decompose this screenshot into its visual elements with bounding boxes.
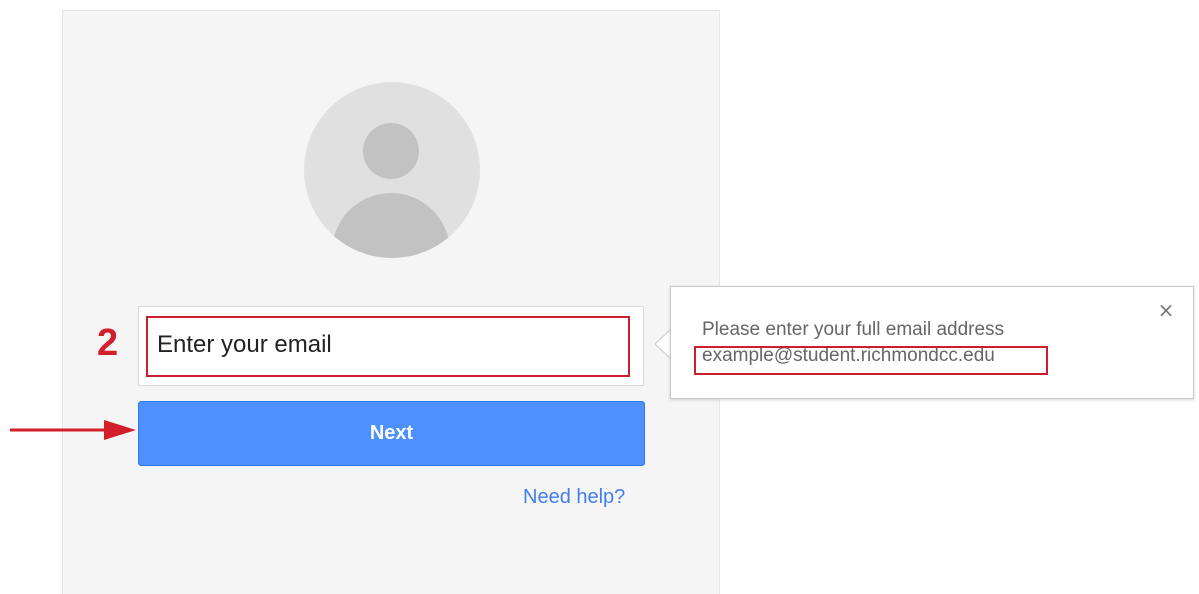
step-number-annotation: 2: [97, 322, 119, 364]
avatar-head-shape: [363, 123, 419, 179]
avatar-body-shape: [332, 193, 450, 258]
sign-in-page: 2 Next Need help? Please enter your full…: [0, 0, 1199, 594]
tooltip-message: Please enter your full email address: [702, 319, 1005, 340]
default-avatar: [304, 82, 480, 258]
tooltip-example-email: example@student.richmondcc.edu: [702, 345, 995, 366]
need-help-link[interactable]: Need help?: [523, 486, 625, 509]
email-input[interactable]: [149, 317, 629, 373]
email-field-container: [138, 306, 644, 386]
pointer-arrow-icon: [10, 420, 136, 440]
email-hint-tooltip: Please enter your full email address exa…: [670, 286, 1194, 399]
next-button[interactable]: Next: [138, 401, 645, 466]
close-icon[interactable]: ×: [1156, 300, 1176, 320]
